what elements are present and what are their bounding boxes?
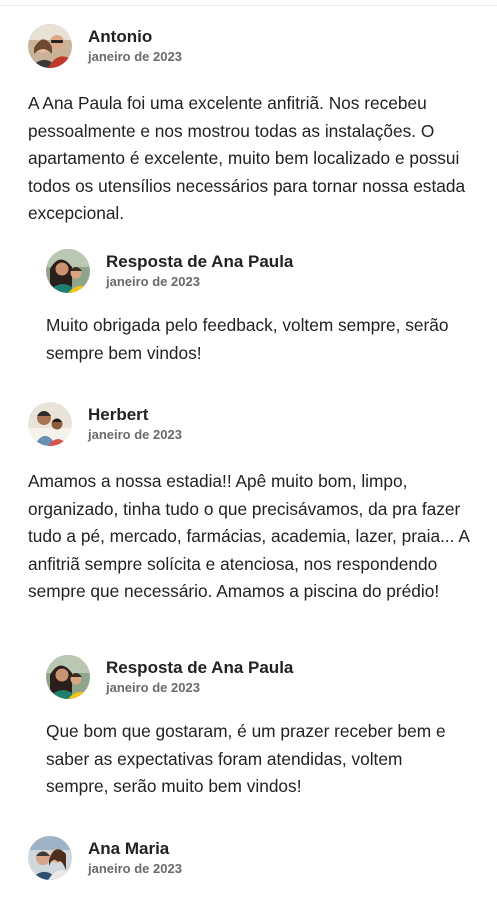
review-date: janeiro de 2023 bbox=[88, 427, 182, 442]
reviewer-name: Antonio bbox=[88, 27, 153, 46]
host-avatar[interactable] bbox=[46, 249, 90, 293]
host-response: Resposta de Ana Paula janeiro de 2023 Mu… bbox=[46, 249, 466, 367]
review-item-herbert: Herbert janeiro de 2023 Amamos a nossa e… bbox=[28, 402, 478, 606]
response-title: Resposta de Ana Paula bbox=[106, 658, 294, 677]
reviewer-avatar[interactable] bbox=[28, 836, 72, 880]
host-response: Resposta de Ana Paula janeiro de 2023 Qu… bbox=[46, 655, 466, 801]
reviewer-avatar[interactable] bbox=[28, 402, 72, 446]
response-title: Resposta de Ana Paula bbox=[106, 252, 294, 271]
review-date: janeiro de 2023 bbox=[88, 861, 182, 876]
review-date: janeiro de 2023 bbox=[88, 49, 182, 64]
response-text: Que bom que gostaram, é um prazer recebe… bbox=[46, 721, 446, 796]
response-text: Muito obrigada pelo feedback, voltem sem… bbox=[46, 315, 449, 363]
host-avatar[interactable] bbox=[46, 655, 90, 699]
review-text: A Ana Paula foi uma excelente anfitriã. … bbox=[28, 93, 466, 223]
reviewer-name: Ana Maria bbox=[88, 839, 170, 858]
review-item-antonio: Antonio janeiro de 2023 A Ana Paula foi … bbox=[28, 24, 478, 228]
response-date: janeiro de 2023 bbox=[106, 274, 200, 289]
response-header: Resposta de Ana Paula janeiro de 2023 bbox=[46, 249, 466, 293]
top-divider bbox=[0, 5, 497, 6]
review-item-ana-maria: Ana Maria janeiro de 2023 bbox=[28, 836, 478, 880]
response-date: janeiro de 2023 bbox=[106, 680, 200, 695]
review-header: Ana Maria janeiro de 2023 bbox=[28, 836, 478, 880]
response-header: Resposta de Ana Paula janeiro de 2023 bbox=[46, 655, 466, 699]
review-text: Amamos a nossa estadia!! Apê muito bom, … bbox=[28, 471, 469, 601]
review-header: Herbert janeiro de 2023 bbox=[28, 402, 478, 446]
reviewer-avatar[interactable] bbox=[28, 24, 72, 68]
review-header: Antonio janeiro de 2023 bbox=[28, 24, 478, 68]
reviewer-name: Herbert bbox=[88, 405, 149, 424]
